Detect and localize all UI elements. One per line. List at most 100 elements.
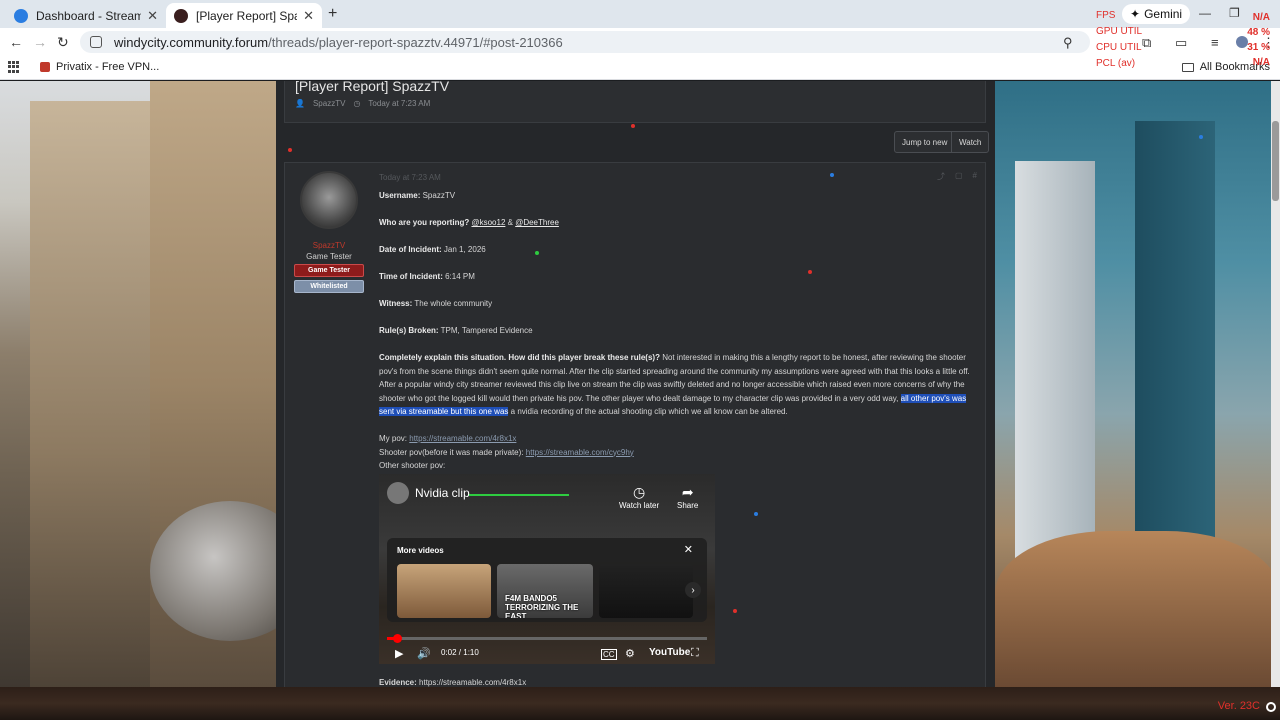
gemini-label: Gemini <box>1144 7 1183 21</box>
field-shooter-pov: Shooter pov(before it was made private):… <box>379 447 634 457</box>
suggested-video-thumbnail[interactable] <box>397 564 491 618</box>
video-time: 0:02 / 1:10 <box>441 648 479 657</box>
share-icon[interactable]: ⤴ <box>937 171 945 182</box>
tab-dashboard-streamable[interactable]: Dashboard - Streamable ✕ <box>6 3 166 28</box>
watch-button[interactable]: Watch <box>951 131 990 153</box>
tab-title: [Player Report] SpazzTV | Windy <box>196 8 297 23</box>
address-bar[interactable]: windycity.community.forum/threads/player… <box>80 31 1090 53</box>
fullscreen-icon[interactable]: ⛶ <box>691 647 699 660</box>
share-button[interactable]: ➦ Share <box>677 484 698 510</box>
bookmarks-bar: Privatix - Free VPN... All Bookmarks <box>0 56 1280 80</box>
close-tab-icon[interactable]: ✕ <box>147 8 158 24</box>
tab-player-report[interactable]: [Player Report] SpazzTV | Windy ✕ <box>166 3 322 28</box>
new-tab-icon[interactable]: + <box>328 5 337 23</box>
play-icon[interactable]: ▶ <box>395 647 403 660</box>
post-username[interactable]: SpazzTV <box>293 241 365 250</box>
post-date[interactable]: Today at 7:23 AM <box>379 173 441 182</box>
close-tab-icon[interactable]: ✕ <box>303 8 314 24</box>
game-tester-badge: Game Tester <box>294 264 364 277</box>
settings-gear-icon[interactable]: ⚙ <box>625 647 635 660</box>
cast-icon[interactable]: ▭ <box>1175 35 1187 51</box>
url-host: windycity.community.forum <box>114 34 269 50</box>
clock-icon: ◷ <box>353 99 361 108</box>
post-user-block: SpazzTV Game Tester Game Tester Whitelis… <box>293 171 365 293</box>
avatar[interactable] <box>300 171 358 229</box>
forum-favicon-icon <box>174 8 188 23</box>
page-scrollbar[interactable] <box>1271 81 1280 687</box>
mention-ksoo12[interactable]: @ksoo12 <box>471 218 505 227</box>
streamable-favicon-icon <box>14 8 28 23</box>
mention-deethree[interactable]: @DeeThree <box>515 218 559 227</box>
version-label: Ver. 23C <box>1217 700 1260 712</box>
scrollbar-thumb[interactable] <box>1272 121 1279 201</box>
video-progress-bar[interactable] <box>387 634 707 643</box>
reload-icon[interactable]: ↻ <box>57 34 69 51</box>
video-title[interactable]: Nvidia clip <box>415 486 470 500</box>
url-path: /threads/player-report-spazztv.44971/#po… <box>268 34 563 50</box>
author-icon: 👤 <box>295 99 305 108</box>
bookmark-icon[interactable]: ▢ <box>955 171 963 182</box>
my-pov-link[interactable]: https://streamable.com/4r8x1x <box>409 434 516 443</box>
field-username: Username: SpazzTV <box>379 191 456 200</box>
field-time: Time of Incident: 6:14 PM <box>379 272 475 281</box>
suggested-video-thumbnail[interactable] <box>599 564 693 618</box>
field-my-pov: My pov: https://streamable.com/4r8x1x <box>379 434 517 443</box>
suggested-video-thumbnail[interactable]: F4M BANDO5 TERRORIZING THE EAST <box>497 564 593 618</box>
gemini-sparkle-icon: ✦ <box>1130 7 1141 21</box>
clock-icon: ◷ <box>632 484 646 500</box>
field-evidence: Evidence: https://streamable.com/4r8x1x <box>379 678 527 687</box>
post-number-icon[interactable]: # <box>973 171 977 182</box>
thread-meta: 👤 SpazzTV ◷ Today at 7:23 AM <box>295 99 430 108</box>
gemini-button[interactable]: ✦ Gemini <box>1122 4 1191 24</box>
user-title: Game Tester <box>306 252 352 261</box>
youtube-embed[interactable]: Nvidia clip ◷ Watch later ➦ Share More v… <box>379 474 715 664</box>
profile-avatar[interactable] <box>1236 36 1248 48</box>
all-bookmarks-button[interactable]: All Bookmarks <box>1181 61 1270 73</box>
field-explanation: Completely explain this situation. How d… <box>379 353 970 416</box>
minimize-icon[interactable]: — <box>1199 6 1211 20</box>
thread-author[interactable]: SpazzTV <box>313 99 345 108</box>
youtube-logo[interactable]: YouTube <box>649 647 690 658</box>
back-arrow-icon[interactable]: ← <box>9 34 23 50</box>
post-actions: ⤴ ▢ # <box>937 171 977 182</box>
channel-avatar[interactable] <box>387 482 409 504</box>
thread-title: [Player Report] SpazzTV <box>295 81 450 94</box>
tab-title: Dashboard - Streamable <box>36 8 142 23</box>
watch-later-button[interactable]: ◷ Watch later <box>619 484 659 510</box>
maximize-icon[interactable]: ❐ <box>1229 6 1240 20</box>
background-left-image <box>0 81 310 687</box>
zoom-icon[interactable]: ⚲ <box>1063 35 1073 51</box>
bookmark-privatix[interactable]: Privatix - Free VPN... <box>40 61 159 73</box>
captions-icon[interactable]: CC <box>601 649 617 660</box>
share-arrow-icon: ➦ <box>681 484 694 500</box>
close-icon[interactable]: ✕ <box>684 543 693 556</box>
field-witness: Witness: The whole community <box>379 299 493 308</box>
video-controls: ▶ 🔊 0:02 / 1:10 CC ⚙ YouTube ⛶ <box>379 642 715 664</box>
shooter-pov-link[interactable]: https://streamable.com/cyc9hy <box>526 448 634 457</box>
all-bookmarks-label: All Bookmarks <box>1199 61 1270 73</box>
apps-grid-icon[interactable] <box>8 61 20 73</box>
thumbnail-caption: F4M BANDO5 TERRORIZING THE EAST <box>505 594 579 618</box>
forward-arrow-icon[interactable]: → <box>33 34 47 50</box>
evidence-link[interactable]: https://streamable.com/4r8x1x <box>419 678 526 687</box>
reading-list-icon[interactable]: ≡ <box>1211 35 1219 50</box>
more-videos-title: More videos <box>397 546 444 555</box>
tab-strip: Dashboard - Streamable ✕ [Player Report]… <box>0 0 1280 28</box>
forum-content: [Player Report] SpazzTV 👤 SpazzTV ◷ Toda… <box>276 81 995 687</box>
extensions-puzzle-icon[interactable]: ⧉ <box>1142 35 1151 51</box>
privatix-favicon-icon <box>40 62 50 72</box>
thread-date[interactable]: Today at 7:23 AM <box>368 99 430 108</box>
post-message: SpazzTV Game Tester Game Tester Whitelis… <box>284 162 986 687</box>
bottom-strip: Ver. 23C <box>0 687 1280 720</box>
field-other-pov: Other shooter pov: <box>379 461 446 470</box>
site-info-icon[interactable] <box>90 36 102 48</box>
whitelisted-badge: Whitelisted <box>294 280 364 293</box>
field-rules: Rule(s) Broken: TPM, Tampered Evidence <box>379 326 533 335</box>
navigation-bar: ← → ↻ windycity.community.forum/threads/… <box>0 28 1280 56</box>
menu-dots-icon[interactable]: ⋮ <box>1262 35 1275 51</box>
jump-to-new-button[interactable]: Jump to new <box>894 131 956 153</box>
chevron-right-icon[interactable]: › <box>685 582 701 598</box>
thread-header: [Player Report] SpazzTV 👤 SpazzTV ◷ Toda… <box>284 81 986 123</box>
volume-icon[interactable]: 🔊 <box>417 647 431 660</box>
post-body: Username: SpazzTV Who are you reporting?… <box>379 189 981 473</box>
